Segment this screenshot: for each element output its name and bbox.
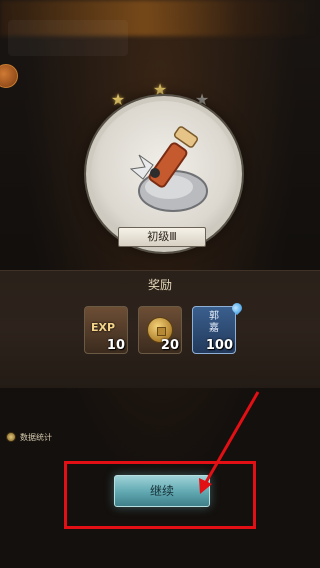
background-panel (8, 20, 128, 56)
reward-item-card[interactable]: 郭嘉 100 (192, 306, 236, 354)
card-name: 郭嘉 (209, 311, 219, 334)
stats-link[interactable]: 数据统计 (6, 430, 52, 444)
star-icon: ★ (110, 90, 126, 109)
rank-label: 初级Ⅲ (118, 227, 206, 247)
stats-label: 数据统计 (20, 432, 52, 442)
reward-count: 20 (160, 338, 179, 353)
continue-button[interactable]: 继续 (114, 475, 210, 507)
scroll-pouch-icon (129, 126, 208, 212)
reward-count: 10 (106, 338, 125, 353)
reward-count: 100 (205, 338, 233, 353)
reward-item-exp[interactable]: EXP 10 (84, 306, 128, 354)
stats-icon (6, 432, 16, 442)
reward-item-coin[interactable]: 20 (138, 306, 182, 354)
reward-title: 奖励 (147, 278, 172, 292)
exp-icon: EXP (91, 321, 116, 334)
